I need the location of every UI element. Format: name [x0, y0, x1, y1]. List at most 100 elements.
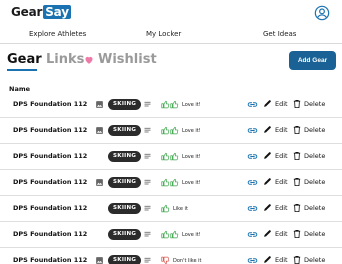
thumbs-up-icon: [161, 152, 170, 161]
delete-label: Delete: [304, 204, 326, 212]
sport-tag: SKIING: [108, 151, 142, 162]
image-icon[interactable]: [95, 126, 104, 135]
link-icon[interactable]: [247, 152, 258, 161]
gearsay-logo[interactable]: Gear Say: [11, 5, 71, 19]
delete-label: Delete: [304, 256, 326, 264]
gear-row: DPS Foundation 112 SKIING Like it Edit Delet…: [0, 196, 342, 222]
delete-button[interactable]: Delete: [293, 151, 325, 161]
gear-row: DPS Foundation 112 SKIING Love it! Edit Dele…: [0, 170, 342, 196]
thumbs-up-icon: [170, 178, 179, 187]
pencil-icon: [264, 152, 271, 159]
tab-links[interactable]: Links: [46, 52, 84, 67]
edit-label: Edit: [275, 177, 288, 186]
delete-button[interactable]: Delete: [293, 177, 325, 187]
notes-icon[interactable]: [143, 152, 152, 161]
gear-row: DPS Foundation 112 SKIING Love it! Edit Dele…: [0, 92, 342, 118]
image-icon[interactable]: [95, 256, 104, 264]
delete-button[interactable]: Delete: [293, 229, 325, 239]
link-icon[interactable]: [247, 230, 258, 239]
sport-tag: SKIING: [108, 177, 142, 188]
notes-icon[interactable]: [143, 204, 152, 213]
thumbs-up-icon: [161, 204, 170, 213]
thumbs-up-icon: [170, 152, 179, 161]
pencil-icon: [264, 100, 271, 107]
delete-button[interactable]: Delete: [293, 99, 325, 109]
gear-name[interactable]: DPS Foundation 112: [13, 152, 87, 160]
thumbs-up-icon: [161, 178, 170, 187]
edit-label: Edit: [275, 125, 288, 134]
link-icon[interactable]: [247, 204, 258, 213]
gear-name[interactable]: DPS Foundation 112: [13, 100, 87, 108]
tab-wishlist[interactable]: Wishlist: [84, 52, 157, 67]
rating: Don't like it: [161, 256, 202, 264]
gear-name[interactable]: DPS Foundation 112: [13, 204, 87, 212]
delete-button[interactable]: Delete: [293, 203, 325, 213]
rating: Love it!: [161, 178, 201, 187]
add-gear-button[interactable]: Add Gear: [289, 51, 336, 70]
rating-label: Love it!: [182, 153, 201, 160]
image-icon[interactable]: [95, 100, 104, 109]
trash-icon: [293, 100, 301, 108]
nav-get-ideas[interactable]: Get Ideas: [263, 30, 296, 38]
nav-my-locker[interactable]: My Locker: [146, 30, 181, 38]
gear-name[interactable]: DPS Foundation 112: [13, 256, 87, 264]
sport-tag: SKIING: [108, 203, 142, 214]
rating: Love it!: [161, 230, 201, 239]
notes-icon[interactable]: [143, 126, 152, 135]
rating-label: Like it: [173, 205, 188, 212]
thumbs-up-icon: [170, 100, 179, 109]
sport-tag: SKIING: [108, 255, 142, 264]
trash-icon: [293, 178, 301, 186]
edit-button[interactable]: Edit: [263, 177, 288, 186]
logo-text-say: Say: [43, 5, 71, 19]
link-icon[interactable]: [247, 100, 258, 109]
top-bar: Gear Say: [0, 0, 342, 28]
delete-label: Delete: [304, 126, 326, 134]
tab-wishlist-label: Wishlist: [98, 52, 157, 67]
link-icon[interactable]: [247, 256, 258, 264]
main-nav: Explore Athletes My Locker Get Ideas: [0, 28, 342, 44]
edit-label: Edit: [275, 229, 288, 238]
tab-gear[interactable]: Gear: [7, 52, 42, 67]
thumbs-down-icon: [161, 256, 170, 264]
nav-explore-athletes[interactable]: Explore Athletes: [29, 30, 86, 38]
edit-label: Edit: [275, 99, 288, 108]
trash-icon: [293, 126, 301, 134]
image-icon[interactable]: [95, 178, 104, 187]
notes-icon[interactable]: [143, 178, 152, 187]
delete-button[interactable]: Delete: [293, 125, 325, 135]
pencil-icon: [264, 256, 271, 263]
edit-button[interactable]: Edit: [263, 255, 288, 264]
notes-icon[interactable]: [143, 230, 152, 239]
delete-label: Delete: [304, 178, 326, 186]
edit-button[interactable]: Edit: [263, 229, 288, 238]
notes-icon[interactable]: [143, 256, 152, 264]
edit-button[interactable]: Edit: [263, 151, 288, 160]
account-circle-icon[interactable]: [314, 5, 330, 21]
sport-tag: SKIING: [108, 229, 142, 240]
pencil-icon: [264, 126, 271, 133]
edit-label: Edit: [275, 203, 288, 212]
notes-icon[interactable]: [143, 100, 152, 109]
delete-label: Delete: [304, 230, 326, 238]
trash-icon: [293, 256, 301, 264]
edit-button[interactable]: Edit: [263, 99, 288, 108]
gear-name[interactable]: DPS Foundation 112: [13, 178, 87, 186]
gear-row: DPS Foundation 112 SKIING Don't like it Edi…: [0, 248, 342, 264]
sport-tag: SKIING: [108, 99, 142, 110]
thumbs-up-icon: [161, 230, 170, 239]
gear-name[interactable]: DPS Foundation 112: [13, 230, 87, 238]
thumbs-up-icon: [170, 230, 179, 239]
pencil-icon: [264, 204, 271, 211]
rating-label: Love it!: [182, 231, 201, 238]
edit-button[interactable]: Edit: [263, 203, 288, 212]
delete-button[interactable]: Delete: [293, 255, 325, 264]
thumbs-up-icon: [170, 126, 179, 135]
delete-label: Delete: [304, 152, 326, 160]
edit-button[interactable]: Edit: [263, 125, 288, 134]
link-icon[interactable]: [247, 126, 258, 135]
pencil-icon: [264, 178, 271, 185]
edit-label: Edit: [275, 255, 288, 264]
gear-name[interactable]: DPS Foundation 112: [13, 126, 87, 134]
link-icon[interactable]: [247, 178, 258, 187]
